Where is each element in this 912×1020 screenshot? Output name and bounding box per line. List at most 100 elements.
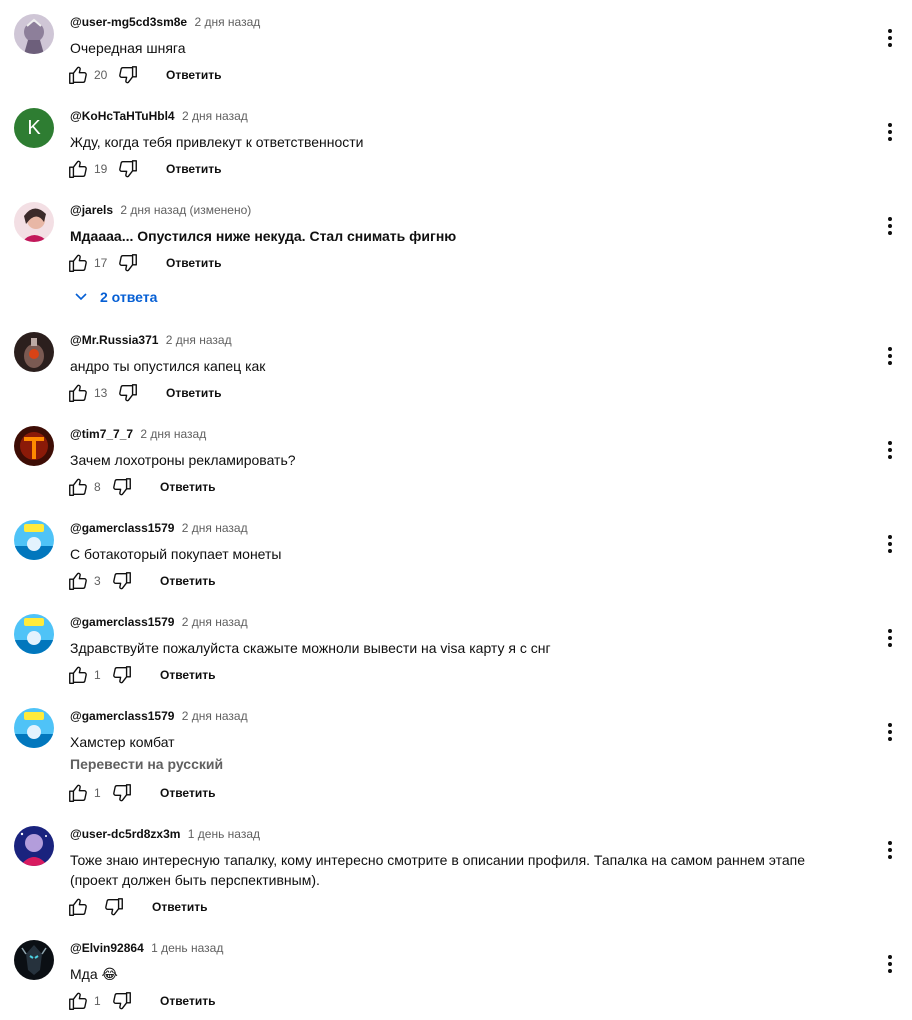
thumb-up-icon [69,784,87,802]
comment-time[interactable]: 2 дня назад [182,521,248,535]
comment-time[interactable]: 2 дня назад [194,15,260,29]
comment-text: С ботакоторый покупает монеты [70,546,282,562]
show-replies-button[interactable]: 2 ответа [74,289,157,305]
dislike-button[interactable] [102,896,126,918]
dislike-button[interactable] [116,64,140,86]
comment-header: @jarels 2 дня назад (изменено) [70,203,251,217]
comment-text: Мдаааа... Опустился ниже некуда. Стал сн… [70,228,457,244]
comment-author[interactable]: @tim7_7_7 [70,427,133,441]
comment-header: @Mr.Russia371 2 дня назад [70,333,232,347]
comment-actions: 13 Ответить [66,382,221,404]
comment-text: Здравствуйте пожалуйста скажыте можноли … [70,640,551,656]
avatar[interactable] [14,614,54,654]
comment-header: @Elvin92864 1 день назад [70,941,223,955]
reply-button[interactable]: Ответить [166,386,221,400]
thumb-down-icon [119,66,137,84]
dislike-button[interactable] [110,990,134,1012]
avatar[interactable] [14,520,54,560]
avatar[interactable]: K [14,108,54,148]
comment-time[interactable]: 2 дня назад [182,109,248,123]
like-count: 1 [94,994,101,1008]
comment-actions: 20 Ответить [66,64,221,86]
avatar[interactable] [14,14,54,54]
thumb-up-icon [69,898,87,916]
comment-time[interactable]: 1 день назад [188,827,260,841]
comment-author[interactable]: @user-mg5cd3sm8e [70,15,187,29]
like-button[interactable] [66,990,90,1012]
dislike-button[interactable] [116,158,140,180]
like-button[interactable] [66,158,90,180]
reply-button[interactable]: Ответить [160,994,215,1008]
more-options-icon[interactable] [886,216,894,236]
more-options-icon[interactable] [886,954,894,974]
dislike-button[interactable] [110,782,134,804]
like-count: 13 [94,386,108,400]
more-options-icon[interactable] [886,840,894,860]
avatar[interactable] [14,826,54,866]
like-button[interactable] [66,382,90,404]
avatar[interactable] [14,708,54,748]
thumb-down-icon [119,384,137,402]
reply-button[interactable]: Ответить [166,256,221,270]
comment-author[interactable]: @KoHcTaHTuHbl4 [70,109,175,123]
comment-text: Очередная шняга [70,40,186,56]
more-options-icon[interactable] [886,28,894,48]
dislike-button[interactable] [116,382,140,404]
comment-author[interactable]: @Elvin92864 [70,941,144,955]
comment-actions: 1 Ответить [66,782,215,804]
comment-header: @gamerclass1579 2 дня назад [70,521,248,535]
like-button[interactable] [66,476,90,498]
comment-author[interactable]: @gamerclass1579 [70,521,174,535]
more-options-icon[interactable] [886,628,894,648]
comment-time[interactable]: 2 дня назад [166,333,232,347]
avatar[interactable] [14,940,54,980]
comment-time[interactable]: 2 дня назад [182,709,248,723]
like-button[interactable] [66,64,90,86]
like-button[interactable] [66,664,90,686]
more-options-icon[interactable] [886,440,894,460]
comment-author[interactable]: @gamerclass1579 [70,709,174,723]
thumb-down-icon [119,254,137,272]
comment-header: @gamerclass1579 2 дня назад [70,709,248,723]
avatar[interactable] [14,202,54,242]
comment-time[interactable]: 2 дня назад [140,427,206,441]
more-options-icon[interactable] [886,122,894,142]
comment-author[interactable]: @user-dc5rd8zx3m [70,827,180,841]
comment-author[interactable]: @gamerclass1579 [70,615,174,629]
dislike-button[interactable] [110,476,134,498]
reply-button[interactable]: Ответить [160,668,215,682]
comment-time[interactable]: 2 дня назад (изменено) [120,203,251,217]
like-button[interactable] [66,896,90,918]
comment-time[interactable]: 2 дня назад [182,615,248,629]
comment-text: Тоже знаю интересную тапалку, кому интер… [70,852,805,888]
reply-button[interactable]: Ответить [160,574,215,588]
more-options-icon[interactable] [886,346,894,366]
comment-author[interactable]: @Mr.Russia371 [70,333,158,347]
more-options-icon[interactable] [886,534,894,554]
reply-button[interactable]: Ответить [152,900,207,914]
comment-text: Хамстер комбат [70,734,175,750]
thumb-down-icon [113,784,131,802]
reply-button[interactable]: Ответить [166,68,221,82]
comment-actions: Ответить [66,896,207,918]
thumb-up-icon [69,992,87,1010]
more-options-icon[interactable] [886,722,894,742]
avatar[interactable] [14,332,54,372]
comment-actions: 1 Ответить [66,664,215,686]
comment-header: @user-dc5rd8zx3m 1 день назад [70,827,260,841]
avatar[interactable] [14,426,54,466]
dislike-button[interactable] [116,252,140,274]
dislike-button[interactable] [110,664,134,686]
reply-button[interactable]: Ответить [166,162,221,176]
like-button[interactable] [66,570,90,592]
comment-author[interactable]: @jarels [70,203,113,217]
like-button[interactable] [66,782,90,804]
comment-header: @user-mg5cd3sm8e 2 дня назад [70,15,260,29]
like-count: 17 [94,256,108,270]
reply-button[interactable]: Ответить [160,480,215,494]
dislike-button[interactable] [110,570,134,592]
translate-link[interactable]: Перевести на русский [70,756,223,772]
like-button[interactable] [66,252,90,274]
comment-time[interactable]: 1 день назад [151,941,223,955]
reply-button[interactable]: Ответить [160,786,215,800]
